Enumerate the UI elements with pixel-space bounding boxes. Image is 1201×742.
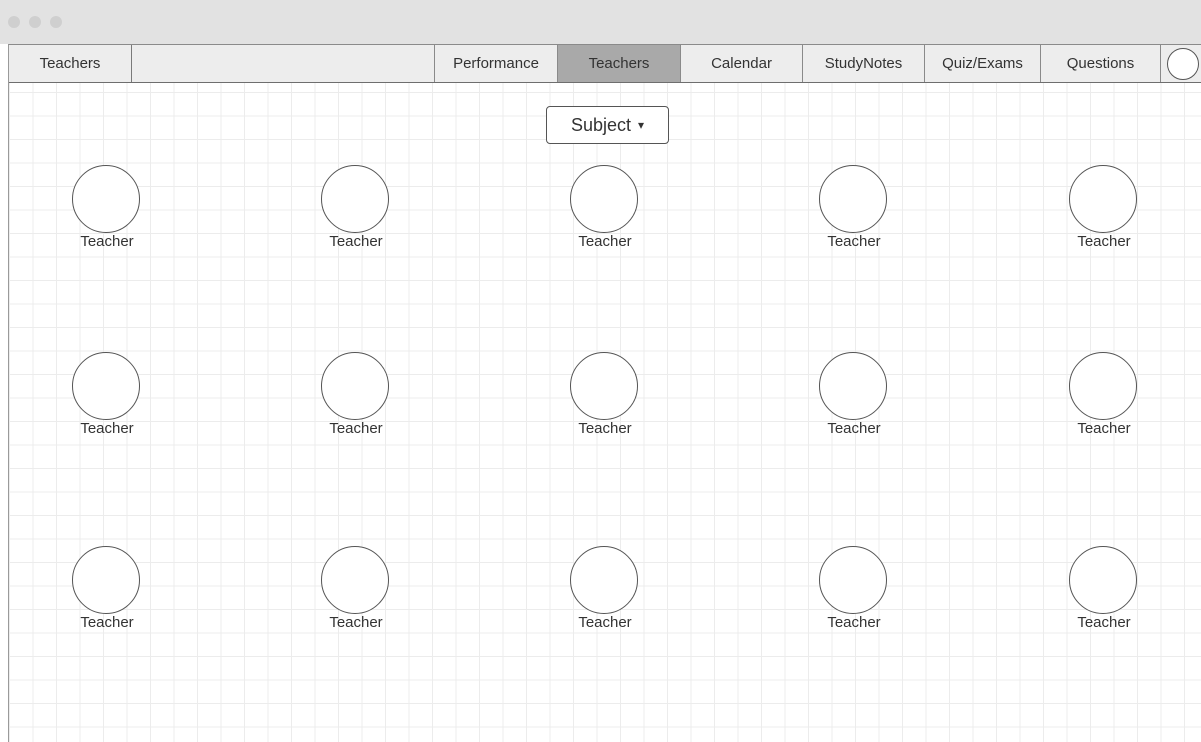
page-title: Teachers [9,45,132,82]
teacher-name: Teacher [578,420,632,437]
teacher-avatar[interactable] [321,546,389,614]
teacher-card[interactable]: Teacher [311,352,401,442]
teacher-card[interactable]: Teacher [809,165,899,255]
teacher-name: Teacher [329,420,383,437]
teacher-avatar[interactable] [72,546,140,614]
teacher-avatar[interactable] [570,165,638,233]
teacher-name: Teacher [1077,233,1131,250]
window-titlebar [0,0,1201,44]
teacher-card[interactable]: Teacher [311,546,401,636]
chevron-down-icon: ▾ [638,118,645,132]
teacher-card[interactable]: Teacher [62,546,152,636]
teacher-name: Teacher [329,614,383,631]
tab-questions[interactable]: Questions [1040,45,1161,82]
teacher-avatar[interactable] [72,352,140,420]
teacher-avatar[interactable] [321,165,389,233]
teacher-name: Teacher [827,233,881,250]
teacher-card[interactable]: Teacher [809,352,899,442]
teacher-avatar[interactable] [321,352,389,420]
teacher-avatar[interactable] [570,546,638,614]
window-maximize-dot[interactable] [50,16,62,28]
teacher-name: Teacher [1077,420,1131,437]
teacher-card[interactable]: Teacher [560,165,650,255]
teacher-avatar[interactable] [72,165,140,233]
app-window: Teachers Performance Teachers Calendar S… [8,44,1201,742]
teacher-card[interactable]: Teacher [560,352,650,442]
teacher-name: Teacher [578,233,632,250]
teacher-avatar[interactable] [1069,352,1137,420]
user-avatar[interactable] [1167,48,1199,80]
teacher-card[interactable]: Teacher [311,165,401,255]
tab-quiz-exams[interactable]: Quiz/Exams [924,45,1040,82]
teacher-name: Teacher [827,420,881,437]
teacher-avatar[interactable] [1069,165,1137,233]
teacher-name: Teacher [80,614,134,631]
teacher-name: Teacher [827,614,881,631]
window-close-dot[interactable] [8,16,20,28]
teacher-avatar[interactable] [819,165,887,233]
teacher-name: Teacher [80,233,134,250]
teacher-name: Teacher [1077,614,1131,631]
teacher-card[interactable]: Teacher [809,546,899,636]
teacher-avatar[interactable] [570,352,638,420]
window-minimize-dot[interactable] [29,16,41,28]
teacher-card[interactable]: Teacher [1059,165,1149,255]
tab-studynotes[interactable]: StudyNotes [802,45,924,82]
tab-performance[interactable]: Performance [434,45,557,82]
teacher-card[interactable]: Teacher [560,546,650,636]
teacher-card[interactable]: Teacher [1059,546,1149,636]
subject-dropdown-label: Subject [570,114,631,135]
tab-teachers[interactable]: Teachers [557,45,680,82]
teacher-avatar[interactable] [819,352,887,420]
teacher-name: Teacher [80,420,134,437]
teacher-name: Teacher [329,233,383,250]
teacher-card[interactable]: Teacher [62,165,152,255]
tab-calendar[interactable]: Calendar [680,45,802,82]
top-navbar: Teachers Performance Teachers Calendar S… [9,45,1201,83]
teacher-avatar[interactable] [1069,546,1137,614]
teacher-avatar[interactable] [819,546,887,614]
subject-dropdown[interactable]: Subject ▾ [546,106,669,144]
teacher-card[interactable]: Teacher [1059,352,1149,442]
teacher-card[interactable]: Teacher [62,352,152,442]
teacher-name: Teacher [578,614,632,631]
